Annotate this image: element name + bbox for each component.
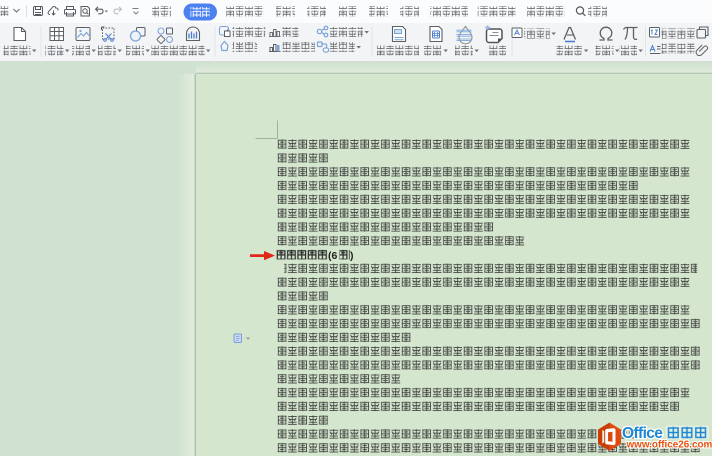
svg-text:www.office26.com: www.office26.com — [626, 440, 712, 451]
svg-text:(6: (6 — [328, 250, 337, 262]
svg-text:): ) — [350, 250, 354, 262]
